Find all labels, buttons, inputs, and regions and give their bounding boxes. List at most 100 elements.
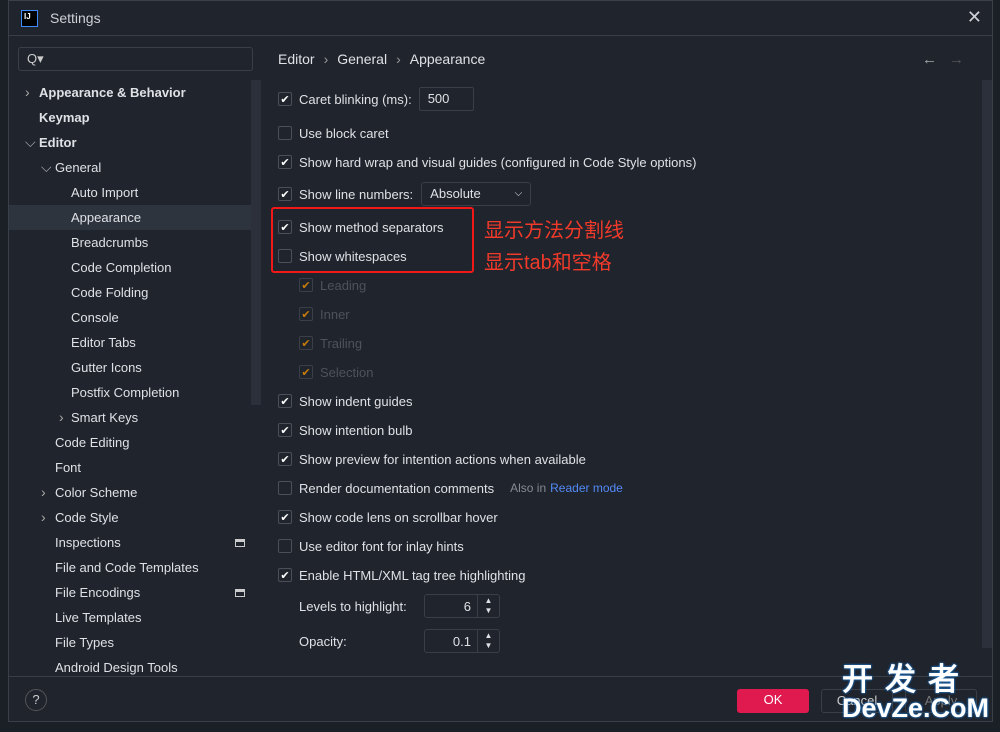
tree-item[interactable]: Auto Import: [9, 180, 251, 205]
reader-mode-link[interactable]: Reader mode: [550, 481, 623, 495]
spinner-value: 6: [463, 599, 471, 614]
app-logo: IJ: [21, 10, 38, 27]
tree-item-label: General: [55, 160, 102, 175]
annotation-whitespaces: 显示tab和空格: [484, 252, 612, 274]
caret-blink-input[interactable]: 500: [418, 87, 474, 111]
sidebar-scrollbar[interactable]: [251, 80, 261, 405]
tree-item[interactable]: Code Folding: [9, 280, 251, 305]
settings-dialog: IJ Settings ✕ Q▾ › Appearance & Behavior K…: [8, 0, 993, 722]
tree-item[interactable]: Inspections: [9, 530, 251, 555]
spinner-arrows-icon[interactable]: ▲ ▼: [477, 630, 499, 652]
project-scope-icon: [235, 539, 245, 547]
option-hard-wrap: ✔ Show hard wrap and visual guides (confi…: [278, 151, 696, 173]
checkbox[interactable]: ✔: [299, 365, 313, 379]
opacity-spinner[interactable]: 0.1 ▲ ▼: [424, 629, 500, 653]
ok-button[interactable]: OK: [737, 689, 809, 713]
option-label: Show code lens on scrollbar hover: [299, 509, 498, 525]
help-button[interactable]: ?: [25, 689, 47, 711]
breadcrumb-item[interactable]: General: [337, 51, 387, 67]
tree-item[interactable]: › Smart Keys: [9, 405, 251, 430]
tree-item[interactable]: Font: [9, 455, 251, 480]
tree-item[interactable]: › Code Style: [9, 505, 251, 530]
checkbox[interactable]: [278, 126, 292, 140]
tree-item[interactable]: Code Completion: [9, 255, 251, 280]
checkbox[interactable]: ✔: [299, 307, 313, 321]
spinner-arrows-icon[interactable]: ▲ ▼: [477, 595, 499, 617]
line-numbers-select[interactable]: Absolute ⌵: [421, 182, 532, 206]
settings-search-input[interactable]: Q▾: [18, 47, 253, 71]
option-label: Show hard wrap and visual guides (config…: [299, 154, 697, 170]
tree-item-label: Keymap: [39, 110, 90, 125]
tree-item[interactable]: Code Editing: [9, 430, 251, 455]
tree-item[interactable]: › Color Scheme: [9, 480, 251, 505]
project-scope-icon: [235, 589, 245, 597]
tree-item[interactable]: Console: [9, 305, 251, 330]
checkbox[interactable]: [278, 481, 292, 495]
checkbox[interactable]: ✔: [278, 92, 292, 106]
tree-item-label: Editor Tabs: [71, 335, 136, 350]
checkbox[interactable]: ✔: [278, 394, 292, 408]
forward-arrow-icon[interactable]: →: [949, 51, 964, 68]
tree-item[interactable]: Editor Tabs: [9, 330, 251, 355]
tree-item[interactable]: File Encodings: [9, 580, 251, 605]
close-icon[interactable]: ✕: [967, 7, 982, 28]
tree-item[interactable]: ⌵ General: [9, 155, 251, 180]
option-leading: ✔ Leading: [299, 274, 366, 296]
tree-item[interactable]: Postfix Completion: [9, 380, 251, 405]
tree-item-label: Auto Import: [71, 185, 139, 200]
chevron-right-icon[interactable]: ›: [59, 405, 64, 430]
breadcrumb-item[interactable]: Editor: [278, 51, 315, 67]
option-caret-blinking: ✔ Caret blinking (ms): 500: [278, 87, 474, 111]
chevron-down-icon[interactable]: ⌵: [41, 155, 52, 180]
checkbox[interactable]: ✔: [278, 568, 292, 582]
option-line-numbers: ✔ Show line numbers: Absolute ⌵: [278, 182, 532, 206]
option-render-docs: Render documentation comments Also in Read…: [278, 477, 623, 499]
content-scrollbar[interactable]: [982, 80, 992, 648]
checkbox[interactable]: ✔: [278, 187, 292, 201]
levels-spinner[interactable]: 6 ▲ ▼: [424, 594, 500, 618]
checkbox[interactable]: ✔: [278, 155, 292, 169]
tree-item-label: Appearance: [71, 210, 142, 225]
option-label: Render documentation comments: [299, 480, 495, 496]
tree-item-label: Live Templates: [55, 610, 142, 625]
tree-item-label: Code Completion: [71, 260, 172, 275]
option-label: Selection: [320, 364, 374, 380]
option-label: Levels to highlight:: [299, 598, 407, 614]
back-arrow-icon[interactable]: ←: [922, 51, 937, 68]
option-label: Trailing: [320, 335, 363, 351]
title-bar: IJ Settings ✕: [9, 1, 992, 36]
tree-item[interactable]: Appearance: [9, 205, 251, 230]
checkbox[interactable]: [278, 539, 292, 553]
tree-item-label: Color Scheme: [55, 485, 138, 500]
chevron-down-icon[interactable]: ⌵: [25, 130, 36, 155]
option-opacity: Opacity: 0.1 ▲ ▼: [278, 629, 500, 653]
checkbox[interactable]: ✔: [278, 452, 292, 466]
select-value: Absolute: [430, 186, 481, 201]
annotation-box: [271, 207, 474, 273]
chevron-right-icon[interactable]: ›: [41, 480, 46, 505]
chevron-right-icon[interactable]: ›: [41, 505, 46, 530]
checkbox[interactable]: ✔: [278, 423, 292, 437]
tree-item[interactable]: File and Code Templates: [9, 555, 251, 580]
tree-item[interactable]: File Types: [9, 630, 251, 655]
tree-item-label: File Types: [55, 635, 115, 650]
checkbox[interactable]: ✔: [299, 278, 313, 292]
option-editor-font-inlay: Use editor font for inlay hints: [278, 535, 464, 557]
tree-item-label: Smart Keys: [71, 410, 139, 425]
option-label: Opacity:: [299, 633, 347, 649]
tree-item[interactable]: Live Templates: [9, 605, 251, 630]
tree-item[interactable]: ⌵ Editor: [9, 130, 251, 155]
breadcrumb-item: Appearance: [409, 51, 486, 67]
option-preview-intention: ✔ Show preview for intention actions when…: [278, 448, 586, 470]
chevron-right-icon[interactable]: ›: [25, 80, 30, 105]
tree-item[interactable]: Gutter Icons: [9, 355, 251, 380]
tree-item[interactable]: Keymap: [9, 105, 251, 130]
tree-item-label: Breadcrumbs: [71, 235, 149, 250]
option-block-caret: Use block caret: [278, 122, 389, 144]
option-label: Show preview for intention actions when …: [299, 451, 586, 467]
tree-item[interactable]: › Appearance & Behavior: [9, 80, 251, 105]
annotation-method-separators: 显示方法分割线: [484, 220, 624, 242]
checkbox[interactable]: ✔: [299, 336, 313, 350]
tree-item[interactable]: Breadcrumbs: [9, 230, 251, 255]
checkbox[interactable]: ✔: [278, 510, 292, 524]
